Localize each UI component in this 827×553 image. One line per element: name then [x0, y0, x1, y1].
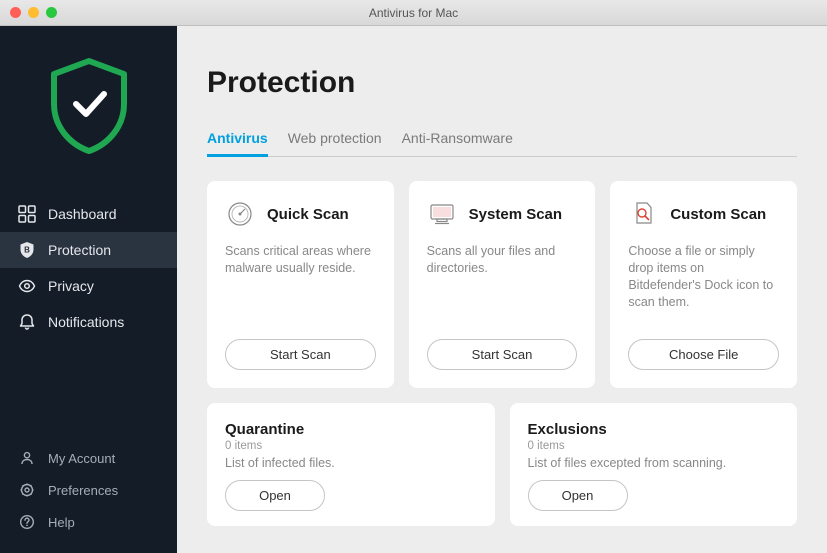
bottom-cards-row: Quarantine 0 items List of infected file… [207, 403, 797, 526]
system-scan-icon [427, 199, 457, 229]
main-content: Protection Antivirus Web protection Anti… [177, 26, 827, 553]
sidebar-item-label: Dashboard [48, 206, 117, 222]
footer-item-label: Help [48, 515, 75, 530]
app-logo [0, 26, 177, 186]
footer-item-account[interactable]: My Account [0, 442, 177, 474]
sidebar-item-protection[interactable]: B Protection [0, 232, 177, 268]
user-icon [18, 449, 36, 467]
card-description: List of infected files. [225, 456, 477, 470]
sidebar-item-notifications[interactable]: Notifications [0, 304, 177, 340]
footer-item-help[interactable]: Help [0, 506, 177, 538]
sidebar-item-label: Notifications [48, 314, 124, 330]
card-title: Quarantine [225, 421, 477, 438]
sidebar-footer: My Account Preferences Help [0, 442, 177, 553]
sidebar-item-dashboard[interactable]: Dashboard [0, 196, 177, 232]
sidebar: Dashboard B Protection Privacy Notificat… [0, 26, 177, 553]
card-title: Custom Scan [670, 206, 766, 223]
tab-anti-ransomware[interactable]: Anti-Ransomware [402, 130, 513, 156]
close-window-button[interactable] [10, 7, 21, 18]
open-quarantine-button[interactable]: Open [225, 480, 325, 511]
open-exclusions-button[interactable]: Open [528, 480, 628, 511]
system-scan-card: System Scan Scans all your files and dir… [409, 181, 596, 388]
choose-file-button[interactable]: Choose File [628, 339, 779, 370]
svg-text:B: B [24, 246, 30, 255]
card-description: Scans all your files and directories. [427, 243, 578, 311]
titlebar: Antivirus for Mac [0, 0, 827, 26]
card-title: Exclusions [528, 421, 780, 438]
exclusions-card: Exclusions 0 items List of files excepte… [510, 403, 798, 526]
bell-icon [18, 313, 36, 331]
footer-item-label: Preferences [48, 483, 118, 498]
card-description: Scans critical areas where malware usual… [225, 243, 376, 311]
exclusions-count: 0 items [528, 440, 780, 452]
quick-scan-card: Quick Scan Scans critical areas where ma… [207, 181, 394, 388]
card-title: Quick Scan [267, 206, 349, 223]
nav: Dashboard B Protection Privacy Notificat… [0, 186, 177, 442]
tab-web-protection[interactable]: Web protection [288, 130, 382, 156]
footer-item-label: My Account [48, 451, 115, 466]
card-description: Choose a file or simply drop items on Bi… [628, 243, 779, 311]
sidebar-item-label: Privacy [48, 278, 94, 294]
card-title: System Scan [469, 206, 562, 223]
tab-label: Anti-Ransomware [402, 130, 513, 146]
window-title: Antivirus for Mac [369, 6, 458, 20]
maximize-window-button[interactable] [46, 7, 57, 18]
sidebar-item-privacy[interactable]: Privacy [0, 268, 177, 304]
shield-icon: B [18, 241, 36, 259]
custom-scan-card: Custom Scan Choose a file or simply drop… [610, 181, 797, 388]
start-system-scan-button[interactable]: Start Scan [427, 339, 578, 370]
start-quick-scan-button[interactable]: Start Scan [225, 339, 376, 370]
quarantine-card: Quarantine 0 items List of infected file… [207, 403, 495, 526]
tab-label: Web protection [288, 130, 382, 146]
tab-antivirus[interactable]: Antivirus [207, 130, 268, 156]
eye-icon [18, 277, 36, 295]
page-title: Protection [207, 66, 797, 100]
card-description: List of files excepted from scanning. [528, 456, 780, 470]
custom-scan-icon [628, 199, 658, 229]
window-controls [0, 7, 57, 18]
quarantine-count: 0 items [225, 440, 477, 452]
scan-cards-row: Quick Scan Scans critical areas where ma… [207, 181, 797, 388]
tab-label: Antivirus [207, 130, 268, 146]
dashboard-icon [18, 205, 36, 223]
sidebar-item-label: Protection [48, 242, 111, 258]
quick-scan-icon [225, 199, 255, 229]
gear-icon [18, 481, 36, 499]
tabs: Antivirus Web protection Anti-Ransomware [207, 130, 797, 157]
help-icon [18, 513, 36, 531]
footer-item-preferences[interactable]: Preferences [0, 474, 177, 506]
minimize-window-button[interactable] [28, 7, 39, 18]
